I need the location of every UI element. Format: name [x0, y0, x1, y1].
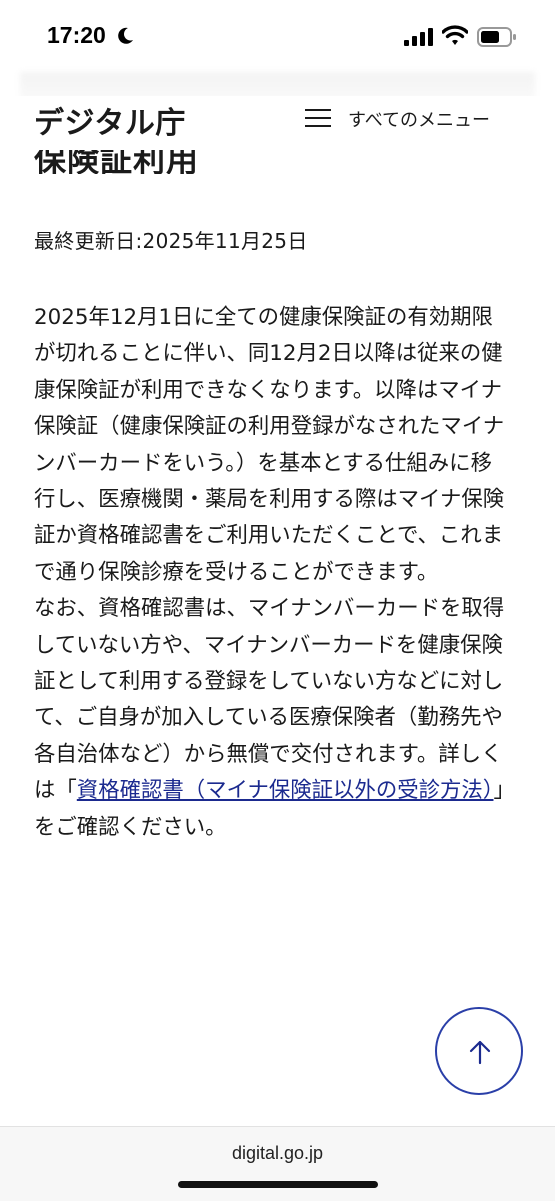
page-title: 保険証利用 — [34, 150, 274, 174]
moon-icon — [118, 27, 133, 44]
back-to-top-button[interactable] — [435, 1007, 523, 1095]
hamburger-menu-icon[interactable] — [305, 108, 331, 128]
last-updated-date: 最終更新日:2025年11月25日 — [34, 229, 308, 253]
arrow-up-icon — [469, 1040, 491, 1065]
paragraph-intro: 2025年12月1日に全ての健康保険証の有効期限が切れることに伴い、同12月2日… — [34, 305, 505, 585]
site-logo[interactable]: デジタル庁 — [34, 98, 186, 142]
url-text[interactable]: digital.go.jp — [0, 1143, 555, 1164]
wifi-icon — [442, 25, 468, 45]
paragraph-certificate: なお、資格確認書は、マイナンバーカードを取得していない方や、マイナンバーカードを… — [34, 591, 509, 846]
article-body: 2025年12月1日に全ての健康保険証の有効期限が切れることに伴い、同12月2日… — [34, 300, 509, 846]
all-menu-button[interactable]: すべてのメニュー — [348, 106, 490, 132]
signal-icon — [404, 28, 433, 46]
battery-icon — [477, 27, 516, 47]
status-time: 17:20 — [47, 22, 106, 48]
status-bar: 17:20 — [0, 0, 555, 72]
page-title-text: 保険証利用 — [34, 150, 200, 174]
paragraph-text-before-link: なお、資格確認書は、マイナンバーカードを取得していない方や、マイナンバーカードを… — [34, 596, 505, 804]
home-indicator[interactable] — [178, 1181, 378, 1188]
site-header: デジタル庁 すべてのメニュー — [0, 96, 555, 152]
browser-url-bar[interactable]: digital.go.jp — [0, 1126, 555, 1201]
certificate-link[interactable]: 資格確認書（マイナ保険証以外の受診方法） — [77, 778, 494, 803]
